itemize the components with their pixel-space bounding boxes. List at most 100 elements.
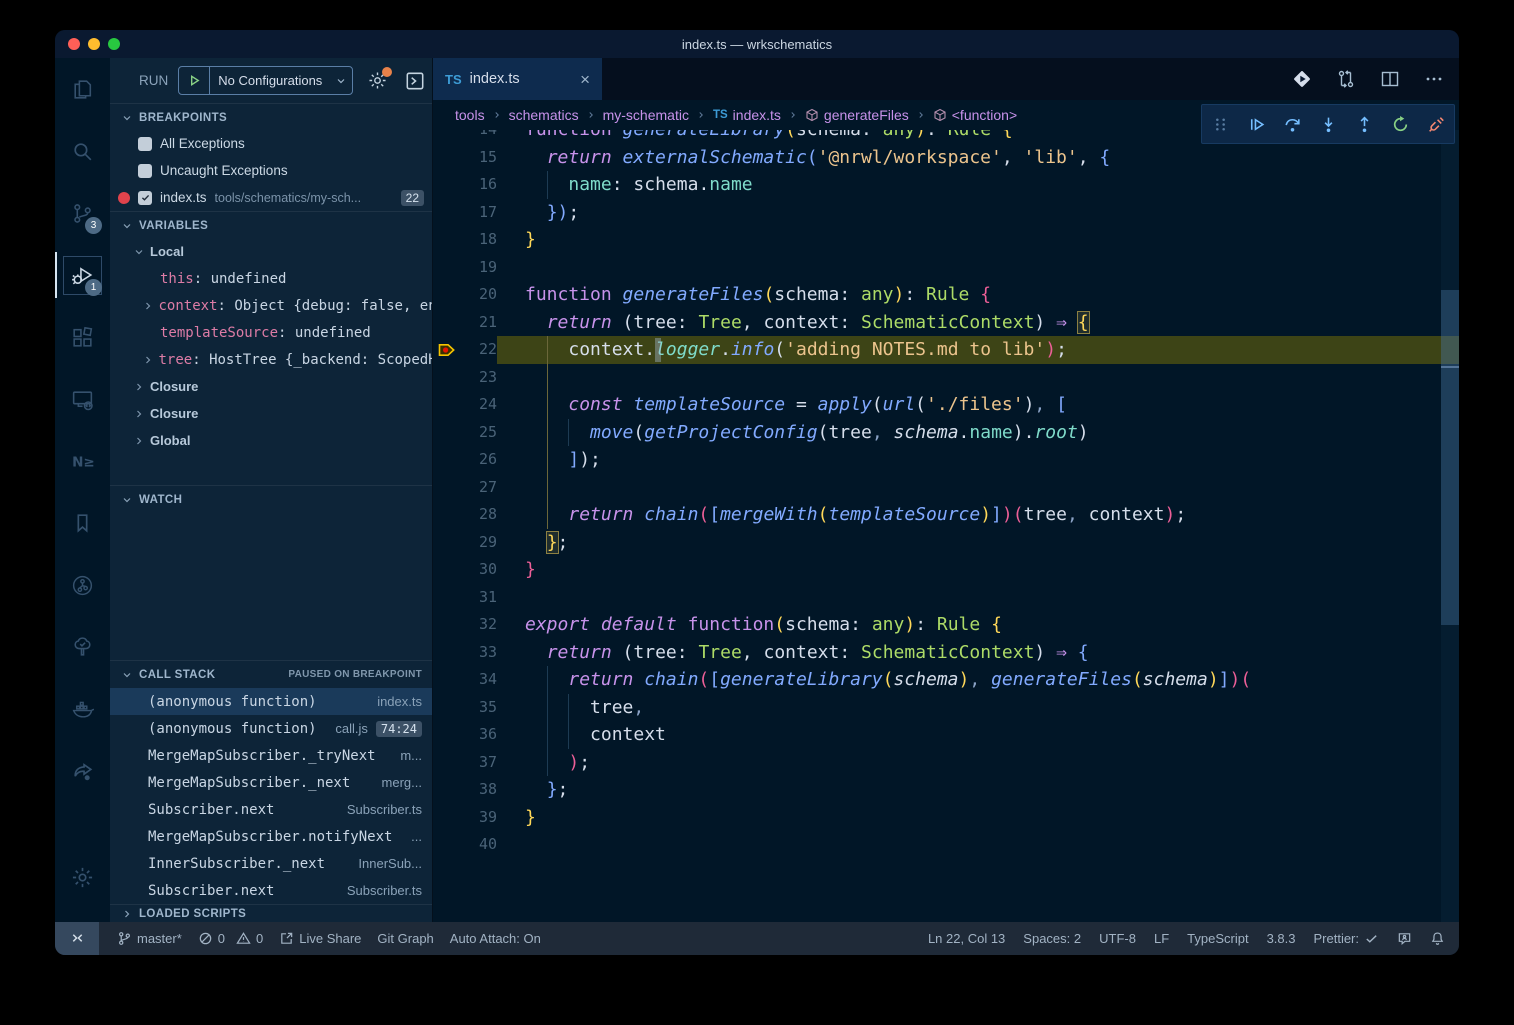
typescript-version-status[interactable]: 3.8.3 xyxy=(1267,931,1296,946)
breakpoint-row[interactable]: index.tstools/schematics/my-sch...22 xyxy=(110,184,432,211)
call-stack-section-header[interactable]: CALL STACK PAUSED ON BREAKPOINT xyxy=(110,660,432,688)
code-line-34[interactable]: 34 return chain([generateLibrary(schema)… xyxy=(433,666,1459,694)
code-line-25[interactable]: 25 move(getProjectConfig(tree, schema.na… xyxy=(433,419,1459,447)
breakpoints-section-header[interactable]: BREAKPOINTS xyxy=(110,103,432,131)
drag-handle-button[interactable] xyxy=(1207,111,1233,137)
step-into-button[interactable] xyxy=(1315,111,1341,137)
activity-item-remote-explorer[interactable] xyxy=(55,368,110,430)
prettier-status[interactable]: Prettier: xyxy=(1313,931,1379,946)
stack-frame-row[interactable]: (anonymous function)index.ts xyxy=(110,688,432,715)
indentation-status[interactable]: Spaces: 2 xyxy=(1023,931,1081,946)
code-line-16[interactable]: 16 name: schema.name xyxy=(433,171,1459,199)
scope-row[interactable]: Closure xyxy=(110,373,432,400)
breakpoint-checkbox[interactable] xyxy=(138,191,152,205)
scope-row[interactable]: Local xyxy=(110,238,432,265)
activity-item-live-share[interactable] xyxy=(55,740,110,802)
code-line-32[interactable]: 32export default function(schema: any): … xyxy=(433,611,1459,639)
breakpoint-row[interactable]: Uncaught Exceptions xyxy=(110,157,432,184)
code-line-39[interactable]: 39} xyxy=(433,804,1459,832)
breakpoint-gutter[interactable] xyxy=(433,666,463,694)
breakpoint-gutter[interactable] xyxy=(433,364,463,392)
code-line-38[interactable]: 38 }; xyxy=(433,776,1459,804)
variable-row[interactable]: context: Object {debug: false, en… xyxy=(110,292,432,319)
breakpoint-gutter[interactable] xyxy=(433,391,463,419)
debug-console-button[interactable] xyxy=(404,70,426,92)
code-line-30[interactable]: 30} xyxy=(433,556,1459,584)
code-line-17[interactable]: 17 }); xyxy=(433,199,1459,227)
breakpoint-gutter[interactable] xyxy=(433,474,463,502)
breakpoint-gutter[interactable] xyxy=(433,639,463,667)
launch-configuration-dropdown[interactable]: No Configurations xyxy=(178,66,353,95)
variable-row[interactable]: templateSource: undefined xyxy=(110,319,432,346)
breadcrumb-item-3[interactable]: my-schematic xyxy=(603,107,689,123)
scrollbar-thumb[interactable] xyxy=(1441,290,1459,625)
activity-item-nx-console[interactable]: N≥ xyxy=(55,430,110,492)
breakpoint-gutter[interactable] xyxy=(433,749,463,777)
code-line-15[interactable]: 15 return externalSchematic('@nrwl/works… xyxy=(433,144,1459,172)
activity-item-settings[interactable] xyxy=(55,846,110,908)
git-branch-status[interactable]: master* xyxy=(117,931,182,946)
breakpoint-gutter[interactable] xyxy=(433,501,463,529)
code-line-37[interactable]: 37 ); xyxy=(433,749,1459,777)
stack-frame-row[interactable]: Subscriber.nextSubscriber.ts xyxy=(110,796,432,823)
more-actions-button[interactable] xyxy=(1423,68,1445,90)
language-mode-status[interactable]: TypeScript xyxy=(1187,931,1248,946)
disconnect-button[interactable] xyxy=(1423,111,1449,137)
git-graph-status[interactable]: Git Graph xyxy=(377,931,433,946)
stack-frame-row[interactable]: InnerSubscriber._nextInnerSub... xyxy=(110,850,432,877)
eol-status[interactable]: LF xyxy=(1154,931,1169,946)
maximize-window-button[interactable] xyxy=(108,38,120,50)
start-debug-icon[interactable] xyxy=(179,67,210,94)
code-line-23[interactable]: 23 xyxy=(433,364,1459,392)
code-line-29[interactable]: 29 }; xyxy=(433,529,1459,557)
code-line-31[interactable]: 31 xyxy=(433,584,1459,612)
breakpoint-gutter[interactable] xyxy=(433,254,463,282)
loaded-scripts-section-header[interactable]: LOADED SCRIPTS xyxy=(110,904,432,922)
continue-button[interactable] xyxy=(1243,111,1269,137)
breakpoint-gutter[interactable] xyxy=(433,144,463,172)
minimize-window-button[interactable] xyxy=(88,38,100,50)
breadcrumb-item-1[interactable]: tools xyxy=(455,107,485,123)
step-over-button[interactable] xyxy=(1279,111,1305,137)
code-editor[interactable]: 14function generateLibrary(schema: any):… xyxy=(433,130,1459,922)
code-line-35[interactable]: 35 tree, xyxy=(433,694,1459,722)
code-line-20[interactable]: 20function generateFiles(schema: any): R… xyxy=(433,281,1459,309)
breakpoint-row[interactable]: All Exceptions xyxy=(110,130,432,157)
code-line-22[interactable]: 22 context.logger.info('adding NOTES.md … xyxy=(433,336,1459,364)
stack-frame-row[interactable]: MergeMapSubscriber.notifyNext... xyxy=(110,823,432,850)
run-file-button[interactable] xyxy=(1291,68,1313,90)
breakpoint-gutter[interactable] xyxy=(433,226,463,254)
breakpoint-gutter[interactable] xyxy=(433,804,463,832)
breadcrumb-item-4[interactable]: TSindex.ts xyxy=(713,107,781,123)
split-editor-button[interactable] xyxy=(1379,68,1401,90)
breakpoint-gutter[interactable] xyxy=(433,309,463,337)
breakpoint-gutter[interactable] xyxy=(433,694,463,722)
live-share-status[interactable]: Live Share xyxy=(279,931,361,946)
breakpoint-gutter[interactable] xyxy=(433,721,463,749)
breadcrumb-item-6[interactable]: <function> xyxy=(933,107,1017,123)
variable-row[interactable]: tree: HostTree {_backend: ScopedH… xyxy=(110,346,432,373)
code-line-26[interactable]: 26 ]); xyxy=(433,446,1459,474)
breakpoint-gutter[interactable] xyxy=(433,336,463,364)
tab-index-ts[interactable]: TS index.ts × xyxy=(433,58,602,100)
breakpoint-gutter[interactable] xyxy=(433,611,463,639)
activity-item-run-and-debug[interactable]: 1 xyxy=(55,244,110,306)
breakpoint-gutter[interactable] xyxy=(433,130,463,144)
configure-gear-button[interactable] xyxy=(367,70,388,91)
remote-indicator[interactable] xyxy=(55,922,99,955)
breakpoint-gutter[interactable] xyxy=(433,831,463,859)
breakpoint-gutter[interactable] xyxy=(433,171,463,199)
code-line-40[interactable]: 40 xyxy=(433,831,1459,859)
code-line-33[interactable]: 33 return (tree: Tree, context: Schemati… xyxy=(433,639,1459,667)
encoding-status[interactable]: UTF-8 xyxy=(1099,931,1136,946)
activity-item-explorer[interactable] xyxy=(55,58,110,120)
activity-item-extensions[interactable] xyxy=(55,306,110,368)
code-line-28[interactable]: 28 return chain([mergeWith(templateSourc… xyxy=(433,501,1459,529)
cursor-position-status[interactable]: Ln 22, Col 13 xyxy=(928,931,1005,946)
breadcrumb-item-5[interactable]: generateFiles xyxy=(805,107,909,123)
scope-row[interactable]: Closure xyxy=(110,400,432,427)
restart-button[interactable] xyxy=(1387,111,1413,137)
scope-row[interactable]: Global xyxy=(110,427,432,454)
breakpoint-checkbox[interactable] xyxy=(138,164,152,178)
breakpoint-gutter[interactable] xyxy=(433,199,463,227)
